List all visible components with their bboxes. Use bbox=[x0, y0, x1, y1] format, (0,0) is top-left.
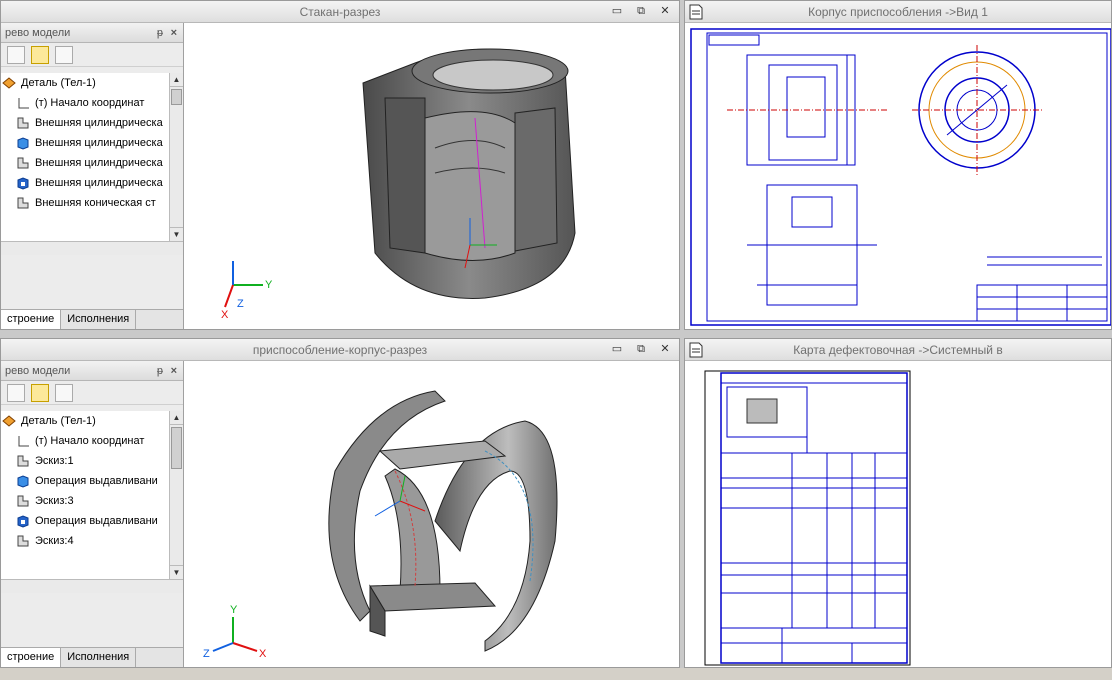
axis-y-label: Y bbox=[230, 604, 238, 616]
view-fixture-section[interactable]: приспособление-корпус-разрез ▭ ⧉ ✕ рево … bbox=[0, 338, 680, 668]
splitter-horizontal[interactable] bbox=[0, 330, 1112, 338]
tree-header: рево модели ᵽ × bbox=[1, 361, 183, 381]
close-button[interactable]: ✕ bbox=[655, 342, 675, 357]
view-title: Карта дефектовочная ->Системный в bbox=[685, 339, 1111, 361]
document-icon[interactable] bbox=[31, 383, 49, 402]
tree-item-surface[interactable]: Внешняя цилиндрическа bbox=[1, 133, 169, 153]
tab-structure[interactable]: строение bbox=[1, 648, 62, 667]
close-icon[interactable]: × bbox=[171, 23, 177, 43]
tree-header-label: рево модели bbox=[5, 27, 71, 39]
tree-vertical-scrollbar[interactable]: ▲ ▼ bbox=[169, 411, 183, 579]
tree-item-sketch[interactable]: Эскиз:1 bbox=[1, 451, 169, 471]
model-viewport[interactable]: Y Z X bbox=[185, 23, 679, 329]
view-title: приспособление-корпус-разрез bbox=[1, 339, 679, 361]
tree-item-surface[interactable]: Внешняя цилиндрическа bbox=[1, 153, 169, 173]
restore-button[interactable]: ⧉ bbox=[631, 342, 651, 357]
sketch-icon bbox=[17, 117, 29, 129]
minimize-button[interactable]: ▭ bbox=[607, 342, 627, 357]
axis-x-label: X bbox=[259, 648, 267, 660]
tree-item-detail[interactable]: Деталь (Тел-1) bbox=[1, 73, 169, 93]
tree-horizontal-scrollbar[interactable] bbox=[1, 579, 183, 593]
tree-item-extrude[interactable]: Операция выдавливани bbox=[1, 471, 169, 491]
tree-item-detail[interactable]: Деталь (Тел-1) bbox=[1, 411, 169, 431]
extrude-icon bbox=[17, 137, 29, 150]
scroll-up-icon[interactable]: ▲ bbox=[170, 73, 183, 87]
tab-variants[interactable]: Исполнения bbox=[61, 310, 137, 329]
tree-vertical-scrollbar[interactable]: ▲ ▼ bbox=[169, 73, 183, 241]
tree-toolbar bbox=[1, 43, 183, 67]
view-drawing-body[interactable]: Корпус приспособления ->Вид 1 bbox=[684, 0, 1112, 330]
drawing-icon bbox=[689, 4, 703, 20]
tree-view-icon[interactable] bbox=[7, 383, 25, 402]
extrude-cut-icon bbox=[17, 177, 29, 190]
view-stakan[interactable]: Стакан-разрез ▭ ⧉ ✕ рево модели ᵽ × Дета… bbox=[0, 0, 680, 330]
tree-item-surface[interactable]: Внешняя цилиндрическа bbox=[1, 173, 169, 193]
detail-icon bbox=[2, 415, 16, 427]
restore-button[interactable]: ⧉ bbox=[631, 4, 651, 19]
properties-icon[interactable] bbox=[55, 45, 73, 64]
tree-item-origin[interactable]: (т) Начало координат bbox=[1, 431, 169, 451]
tree-item-sketch[interactable]: Эскиз:4 bbox=[1, 531, 169, 551]
view-title: Корпус приспособления ->Вид 1 bbox=[685, 1, 1111, 23]
axis-y-label: Y bbox=[265, 279, 273, 291]
tree-item-extrude[interactable]: Операция выдавливани bbox=[1, 511, 169, 531]
axis-x-label: X bbox=[221, 309, 229, 321]
tree-list: Деталь (Тел-1) (т) Начало координат Внеш… bbox=[1, 73, 169, 243]
drawing-icon bbox=[689, 342, 703, 358]
scroll-up-icon[interactable]: ▲ bbox=[170, 411, 183, 425]
scroll-down-icon[interactable]: ▼ bbox=[170, 227, 183, 241]
axis-z-label: Z bbox=[203, 648, 210, 660]
origin-icon bbox=[18, 98, 29, 109]
sketch-icon bbox=[17, 495, 29, 507]
tree-horizontal-scrollbar[interactable] bbox=[1, 241, 183, 255]
tree-list: Деталь (Тел-1) (т) Начало координат Эски… bbox=[1, 411, 169, 581]
pin-icon[interactable]: ᵽ bbox=[157, 361, 163, 381]
close-button[interactable]: ✕ bbox=[655, 4, 675, 19]
model-tree-panel: рево модели ᵽ × Деталь (Тел-1) (т) Начал… bbox=[1, 23, 184, 329]
model-tree-panel: рево модели ᵽ × Деталь (Тел-1) (т) Начал… bbox=[1, 361, 184, 667]
tab-structure[interactable]: строение bbox=[1, 310, 62, 329]
drawing-sheet[interactable] bbox=[687, 25, 1111, 329]
pin-icon[interactable]: ᵽ bbox=[157, 23, 163, 43]
extrude-cut-icon bbox=[17, 515, 29, 528]
tree-toolbar bbox=[1, 381, 183, 405]
scroll-down-icon[interactable]: ▼ bbox=[170, 565, 183, 579]
sketch-icon bbox=[17, 157, 29, 169]
tree-item-surface[interactable]: Внешняя коническая ст bbox=[1, 193, 169, 213]
tree-header-label: рево модели bbox=[5, 365, 71, 377]
extrude-icon bbox=[17, 475, 29, 488]
tree-item-origin[interactable]: (т) Начало координат bbox=[1, 93, 169, 113]
axis-z-label: Z bbox=[237, 298, 244, 310]
detail-icon bbox=[2, 77, 16, 89]
tree-header: рево модели ᵽ × bbox=[1, 23, 183, 43]
origin-icon bbox=[18, 436, 29, 447]
drawing-sheet[interactable] bbox=[687, 363, 1111, 667]
sketch-icon bbox=[17, 455, 29, 467]
properties-icon[interactable] bbox=[55, 383, 73, 402]
tree-view-icon[interactable] bbox=[7, 45, 25, 64]
close-icon[interactable]: × bbox=[171, 361, 177, 381]
tree-item-sketch[interactable]: Эскиз:3 bbox=[1, 491, 169, 511]
document-icon[interactable] bbox=[31, 45, 49, 64]
splitter-vertical[interactable] bbox=[680, 0, 684, 680]
tab-variants[interactable]: Исполнения bbox=[61, 648, 137, 667]
status-bar bbox=[0, 668, 1112, 680]
view-defect-card[interactable]: Карта дефектовочная ->Системный в bbox=[684, 338, 1112, 668]
tree-item-surface[interactable]: Внешняя цилиндрическа bbox=[1, 113, 169, 133]
model-viewport[interactable]: Y X Z bbox=[185, 361, 679, 667]
sketch-icon bbox=[17, 197, 29, 209]
view-title: Стакан-разрез bbox=[1, 1, 679, 23]
minimize-button[interactable]: ▭ bbox=[607, 4, 627, 19]
sketch-icon bbox=[17, 535, 29, 547]
